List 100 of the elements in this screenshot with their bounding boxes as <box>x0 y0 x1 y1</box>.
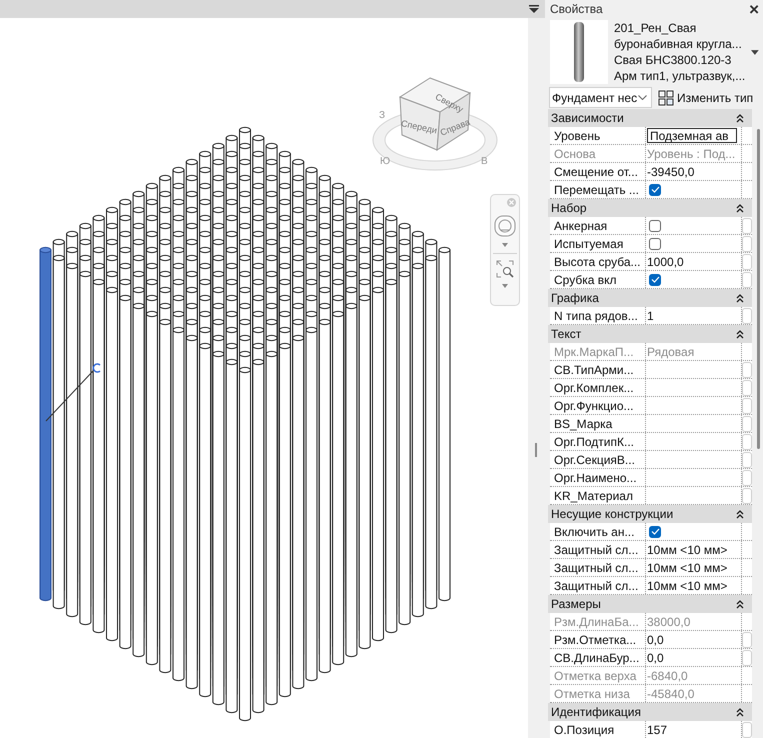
property-value: Уровень : Под... <box>647 146 736 160</box>
property-row[interactable]: О.Позиция 157 <box>550 721 752 738</box>
group-header[interactable]: Размеры <box>548 595 752 613</box>
pile-icon <box>574 22 584 82</box>
property-value: -39450,0 <box>647 164 694 178</box>
associate-parameter-button[interactable] <box>742 416 752 432</box>
associate-parameter-button[interactable] <box>742 398 752 414</box>
property-value: 10мм <10 мм> <box>647 542 728 556</box>
property-row[interactable]: Включить ан... <box>550 523 752 541</box>
type-selector[interactable]: 201_Рен_Свая буронабивная кругла... Свая БНС3800.120-3 Арм тип1, ультразвук,... <box>550 19 761 85</box>
property-name: Защитный сл... <box>550 541 646 558</box>
associate-parameter-button[interactable] <box>742 308 752 324</box>
property-name: Орг.ПодтипК... <box>550 433 646 450</box>
collapse-icon[interactable] <box>736 600 744 608</box>
associate-parameter-button[interactable] <box>742 254 752 270</box>
group-header[interactable]: Идентификация <box>548 703 752 721</box>
type-name-line: буронабивная кругла... <box>614 36 743 52</box>
collapse-icon[interactable] <box>736 294 744 302</box>
property-name: N типа рядов... <box>550 307 646 324</box>
property-name: Перемещать ... <box>550 181 646 198</box>
associate-parameter-button[interactable] <box>742 362 752 378</box>
cube-face-label[interactable]: Справа <box>438 116 472 138</box>
checkbox[interactable] <box>649 184 661 196</box>
collapse-icon[interactable] <box>736 510 744 518</box>
group-header[interactable]: Несущие конструкции <box>548 505 752 523</box>
splitter-handle[interactable] <box>535 443 537 457</box>
property-row[interactable]: Орг.Комплек... <box>550 379 752 397</box>
property-value: -6840,0 <box>647 668 688 682</box>
view-cube-drawing[interactable] <box>372 77 498 170</box>
collapse-icon[interactable] <box>736 708 744 716</box>
type-name-line: 201_Рен_Свая <box>614 20 698 36</box>
collapse-icon[interactable] <box>736 204 744 212</box>
associate-parameter-button[interactable] <box>742 722 752 738</box>
edit-type-icon <box>658 90 674 106</box>
scrollbar-thumb[interactable] <box>757 129 760 449</box>
associate-parameter-button[interactable] <box>742 380 752 396</box>
group-header[interactable]: Графика <box>548 289 752 307</box>
property-value: 38000,0 <box>647 614 690 628</box>
zoom-icon[interactable] <box>496 260 514 278</box>
chevron-down-icon <box>638 95 647 100</box>
collapse-icon[interactable] <box>736 114 744 122</box>
close-button[interactable]: × <box>749 0 759 18</box>
group-header[interactable]: Набор <box>548 199 752 217</box>
property-name: KR_Материал <box>550 487 646 504</box>
property-name: Отметка верха <box>550 667 646 684</box>
property-name: Рзм.ДлинаБа... <box>550 613 646 630</box>
property-row[interactable]: BS_Марка <box>550 415 752 433</box>
property-name: СВ.ТипАрми... <box>550 361 646 378</box>
steering-wheel-icon[interactable] <box>494 215 516 237</box>
property-row[interactable]: Уровень Подземная ав <box>550 127 752 145</box>
property-value: 1 <box>647 308 654 322</box>
close-icon[interactable] <box>507 198 516 207</box>
dropdown-icon[interactable] <box>529 4 539 14</box>
property-name: Орг.Функцио... <box>550 397 646 414</box>
property-row[interactable]: Испытуемая <box>550 235 752 253</box>
instance-filter-dropdown[interactable]: Фундамент нес <box>549 87 652 108</box>
property-value: Рядовая <box>647 344 694 358</box>
property-row[interactable]: Защитный сл... 10мм <10 мм> <box>550 577 752 595</box>
property-row[interactable]: Защитный сл... 10мм <10 мм> <box>550 559 752 577</box>
property-row[interactable]: Смещение от... -39450,0 <box>550 163 752 181</box>
checkbox[interactable] <box>649 274 661 286</box>
group-header[interactable]: Зависимости <box>548 109 752 127</box>
property-row[interactable]: N типа рядов... 1 <box>550 307 752 325</box>
checkbox[interactable] <box>649 220 661 232</box>
property-row[interactable]: Орг.Функцио... <box>550 397 752 415</box>
associate-parameter-button[interactable] <box>742 650 752 666</box>
associate-parameter-button[interactable] <box>742 218 752 234</box>
property-row[interactable]: Перемещать ... <box>550 181 752 199</box>
property-row[interactable]: СВ.ТипАрми... <box>550 361 752 379</box>
collapse-icon[interactable] <box>736 330 744 338</box>
property-row[interactable]: Рзм.Отметка... 0,0 <box>550 631 752 649</box>
arc-icon[interactable] <box>92 363 100 373</box>
associate-parameter-button[interactable] <box>742 632 752 648</box>
property-row[interactable]: Срубка вкл <box>550 271 752 289</box>
property-name: Орг.Наимено... <box>550 469 646 486</box>
checkbox[interactable] <box>649 238 661 250</box>
property-row[interactable]: Орг.Наимено... <box>550 469 752 487</box>
selected-pile[interactable] <box>40 246 52 602</box>
leader-line <box>46 370 94 422</box>
property-row[interactable]: Анкерная <box>550 217 752 235</box>
associate-parameter-button[interactable] <box>742 488 752 504</box>
property-row[interactable]: Защитный сл... 10мм <10 мм> <box>550 541 752 559</box>
caret-icon[interactable] <box>751 50 759 54</box>
property-row[interactable]: Орг.СекцияВ... <box>550 451 752 469</box>
group-header[interactable]: Текст <box>548 325 752 343</box>
property-row[interactable]: СВ.ДлинаБур... 0,0 <box>550 649 752 667</box>
associate-parameter-button[interactable] <box>742 434 752 450</box>
property-row[interactable]: Высота сруба... 1000,0 <box>550 253 752 271</box>
property-name: Защитный сл... <box>550 577 646 594</box>
property-row[interactable]: KR_Материал <box>550 487 752 505</box>
property-name: Высота сруба... <box>550 253 646 270</box>
property-row[interactable]: Орг.ПодтипК... <box>550 433 752 451</box>
associate-parameter-button[interactable] <box>742 236 752 252</box>
property-name: Срубка вкл <box>550 271 646 288</box>
associate-parameter-button[interactable] <box>742 272 752 288</box>
associate-parameter-button[interactable] <box>742 452 752 468</box>
checkbox[interactable] <box>649 526 661 538</box>
property-value: 10мм <10 мм> <box>647 560 728 574</box>
level-input[interactable]: Подземная ав <box>647 128 737 143</box>
associate-parameter-button[interactable] <box>742 470 752 486</box>
